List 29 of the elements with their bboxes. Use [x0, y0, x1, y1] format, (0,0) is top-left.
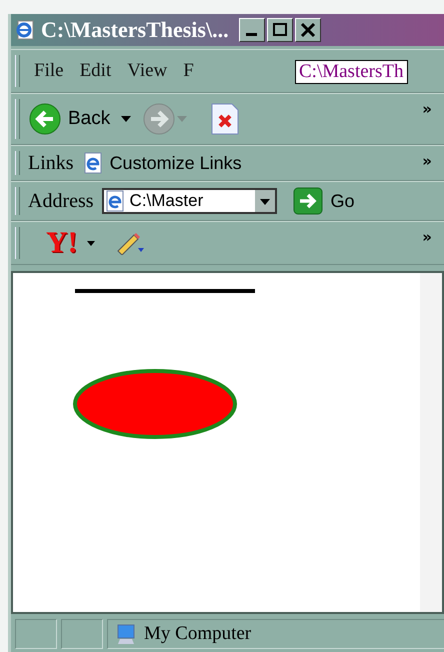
links-label: Links [28, 152, 74, 174]
status-pane [15, 619, 57, 649]
go-button[interactable]: Go [330, 190, 355, 212]
more-button[interactable]: » [422, 228, 432, 246]
menu-item[interactable]: F [183, 60, 194, 82]
address-label: Address [28, 190, 94, 212]
dropdown-icon[interactable] [254, 190, 275, 212]
status-pane [61, 619, 103, 649]
minimize-icon[interactable] [238, 18, 265, 42]
menu-item[interactable]: View [127, 60, 168, 82]
maximize-icon[interactable] [266, 18, 293, 42]
close-icon[interactable] [294, 18, 321, 42]
more-button[interactable]: » [422, 100, 432, 118]
back-button[interactable]: Back [68, 108, 110, 130]
tooltip: C:\MastersTh [295, 60, 408, 84]
menu-item[interactable]: File [34, 60, 64, 82]
page-icon[interactable] [82, 152, 104, 174]
stop-icon[interactable] [210, 102, 240, 136]
address-field[interactable]: C:\Master [102, 188, 277, 214]
link-item[interactable]: Customize Links [110, 152, 242, 174]
page-icon [104, 190, 126, 212]
more-button[interactable]: » [422, 152, 432, 170]
menu-item[interactable]: Edit [80, 60, 112, 82]
window-title: C:\MastersThesis\... [41, 17, 229, 43]
status-zone: My Computer [107, 619, 444, 649]
caret-icon[interactable] [120, 115, 132, 123]
caret-icon[interactable] [86, 239, 96, 247]
computer-icon [116, 623, 136, 645]
browser-icon [15, 20, 35, 40]
